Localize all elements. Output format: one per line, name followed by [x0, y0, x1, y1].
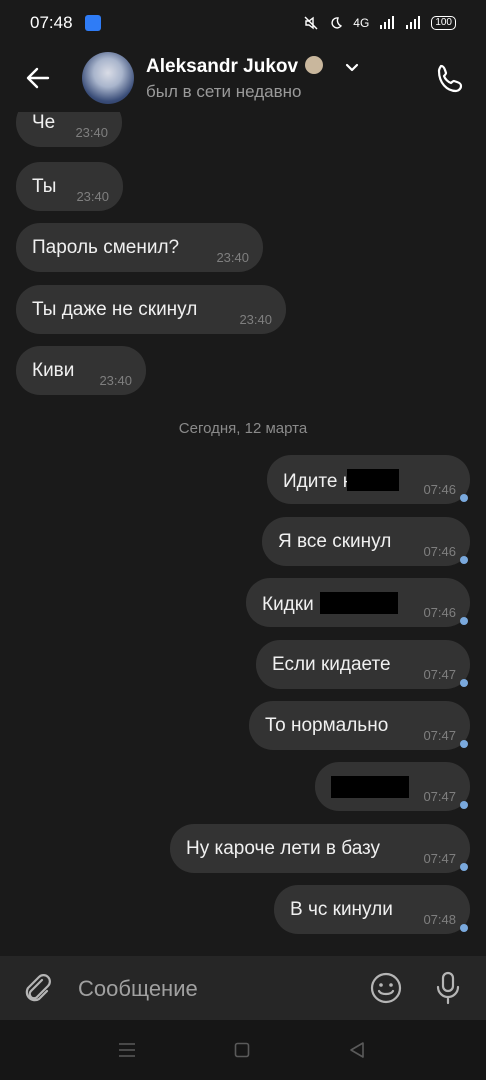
message-text: Ну кароче лети в базу: [186, 838, 381, 859]
redaction-block: [331, 776, 409, 798]
read-indicator-icon: [460, 556, 468, 564]
message-outgoing[interactable]: В чс кинули 07:48: [274, 885, 470, 934]
home-icon[interactable]: [234, 1042, 250, 1058]
signal-icon: [380, 16, 395, 29]
message-input[interactable]: [76, 972, 350, 1006]
message-outgoing[interactable]: 07:47: [315, 762, 470, 811]
message-text-visible: Кидки: [262, 594, 314, 615]
message-text: Кидки: [262, 592, 398, 616]
message-time: 07:47: [423, 789, 456, 804]
message-text: В чс кинули: [290, 899, 393, 920]
battery-indicator: 100: [431, 16, 456, 30]
read-indicator-icon: [460, 679, 468, 687]
message-time: 07:46: [423, 482, 456, 497]
message-time: 07:47: [423, 667, 456, 682]
message-time: 07:47: [423, 851, 456, 866]
system-nav-bar: [0, 1020, 486, 1080]
contact-name[interactable]: Aleksandr Jukov: [146, 56, 324, 78]
read-indicator-icon: [460, 801, 468, 809]
message-text: [331, 776, 409, 800]
redaction-block: [347, 469, 400, 491]
contact-status: был в сети недавно: [146, 82, 302, 101]
message-text: Пароль сменил?: [32, 237, 180, 258]
mute-icon: [304, 16, 318, 30]
message-text: Киви: [32, 360, 75, 381]
moon-icon: [331, 17, 343, 29]
contact-name-text: Aleksandr Jukov: [146, 56, 299, 77]
notification-app-icon: [84, 15, 101, 31]
message-incoming[interactable]: Пароль сменил? 23:40: [16, 223, 263, 272]
message-time: 23:40: [216, 250, 249, 265]
message-time: 23:40: [239, 312, 272, 327]
message-text: Ты даже не скинул: [32, 299, 198, 320]
message-outgoing[interactable]: Если кидаете 07:47: [256, 640, 470, 689]
message-list[interactable]: Че 23:40 Ты 23:40 Пароль сменил? 23:40 Т…: [0, 112, 486, 956]
chevron-down-icon[interactable]: [344, 62, 360, 74]
read-indicator-icon: [460, 924, 468, 932]
message-time: 07:46: [423, 544, 456, 559]
message-time: 07:47: [423, 728, 456, 743]
profile-emoji-icon: [305, 56, 324, 74]
smiley-icon[interactable]: [368, 970, 404, 1006]
message-incoming[interactable]: Че 23:40: [16, 112, 122, 147]
date-separator: Сегодня, 12 марта: [178, 420, 308, 437]
network-type: 4G: [353, 16, 370, 30]
message-text: То нормально: [265, 715, 389, 736]
read-indicator-icon: [460, 494, 468, 502]
phone-icon[interactable]: [434, 62, 468, 96]
message-text: Идите н: [283, 469, 400, 493]
status-time: 07:48: [30, 13, 73, 32]
message-outgoing[interactable]: Идите н 07:46: [267, 455, 470, 504]
recents-icon[interactable]: [118, 1042, 136, 1058]
message-outgoing[interactable]: Ну кароче лети в базу 07:47: [170, 824, 470, 873]
message-incoming[interactable]: Ты даже не скинул 23:40: [16, 285, 286, 334]
message-text: Ты: [32, 176, 57, 197]
paperclip-icon[interactable]: [22, 972, 54, 1004]
signal-icon-2: [406, 16, 421, 29]
message-text: Я все скинул: [278, 531, 392, 552]
microphone-icon[interactable]: [432, 970, 464, 1006]
message-composer: [0, 956, 486, 1020]
message-incoming[interactable]: Киви 23:40: [16, 346, 146, 395]
redaction-block: [319, 592, 398, 614]
avatar[interactable]: [82, 52, 134, 104]
message-text: Если кидаете: [272, 654, 391, 675]
message-time: 23:40: [75, 125, 108, 140]
message-time: 23:40: [99, 373, 132, 388]
message-text-visible: Идите н: [283, 471, 354, 492]
read-indicator-icon: [460, 740, 468, 748]
chat-header: Aleksandr Jukov был в сети недавно: [0, 46, 486, 112]
message-incoming[interactable]: Ты 23:40: [16, 162, 123, 211]
message-time: 07:46: [423, 605, 456, 620]
message-text: Че: [32, 112, 56, 133]
read-indicator-icon: [460, 863, 468, 871]
status-bar: 07:48 4G 100: [0, 0, 486, 46]
arrow-left-icon[interactable]: [24, 64, 52, 92]
back-triangle-icon[interactable]: [348, 1041, 366, 1059]
message-outgoing[interactable]: То нормально 07:47: [249, 701, 470, 750]
message-time: 07:48: [423, 912, 456, 927]
message-outgoing[interactable]: Кидки 07:46: [246, 578, 470, 627]
read-indicator-icon: [460, 617, 468, 625]
message-time: 23:40: [76, 189, 109, 204]
message-outgoing[interactable]: Я все скинул 07:46: [262, 517, 470, 566]
